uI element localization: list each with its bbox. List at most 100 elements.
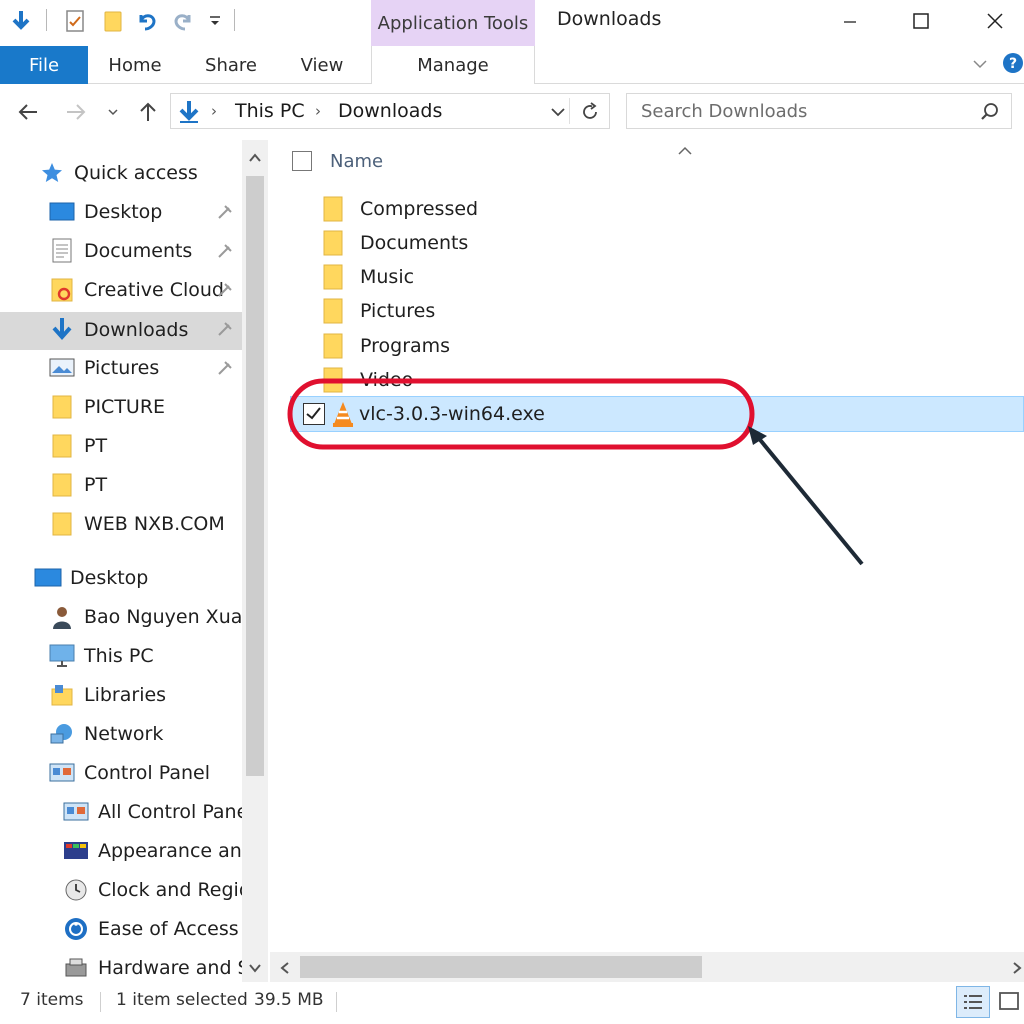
tab-view[interactable]: View <box>284 46 360 84</box>
svg-text:?: ? <box>1009 56 1017 72</box>
nav-tree-control-panel[interactable]: Control Panel <box>48 755 268 791</box>
nav-tree-libraries[interactable]: Libraries <box>48 677 268 713</box>
nav-item-pt-2[interactable]: PT <box>48 467 268 503</box>
status-size: 39.5 MB <box>254 990 324 1010</box>
scroll-down-icon[interactable] <box>247 958 263 980</box>
horizontal-scrollbar-thumb[interactable] <box>300 956 702 978</box>
minimize-button[interactable] <box>828 4 872 38</box>
nav-tree-hardware[interactable]: Hardware and Sc <box>62 950 268 982</box>
scroll-left-icon[interactable] <box>278 959 292 981</box>
minimize-icon <box>844 21 856 23</box>
properties-icon[interactable] <box>62 8 88 34</box>
address-dropdown-icon[interactable] <box>549 103 567 125</box>
close-icon <box>987 13 1003 29</box>
up-arrow-icon <box>140 102 156 121</box>
nav-item-pt[interactable]: PT <box>48 428 268 464</box>
nav-label: PT <box>84 435 108 457</box>
nav-item-picture[interactable]: PICTURE <box>48 389 268 425</box>
address-bar[interactable]: › This PC › Downloads <box>170 93 610 129</box>
nav-label: Downloads <box>84 319 189 341</box>
search-icon <box>979 101 1001 128</box>
nav-quick-access[interactable]: Quick access <box>38 155 268 191</box>
libraries-icon <box>48 681 76 709</box>
nav-label: PICTURE <box>84 396 166 418</box>
pin-icon[interactable] <box>216 281 234 299</box>
pin-icon[interactable] <box>216 359 234 377</box>
nav-item-downloads[interactable]: Downloads <box>48 312 268 348</box>
ease-of-access-icon <box>62 915 90 943</box>
status-bar: 7 items 1 item selected 39.5 MB <box>0 982 1024 1024</box>
nav-label: All Control Panel <box>98 801 254 823</box>
maximize-button[interactable] <box>899 4 943 38</box>
nav-label: Desktop <box>70 567 149 589</box>
details-view-button[interactable] <box>956 986 990 1018</box>
creative-cloud-icon <box>48 276 76 304</box>
tab-file[interactable]: File <box>0 46 88 84</box>
nav-item-pictures[interactable]: Pictures <box>48 350 268 386</box>
appearance-icon <box>62 837 90 865</box>
back-arrow-icon <box>18 104 37 120</box>
nav-label: Desktop <box>84 201 163 223</box>
downloads-icon <box>48 316 76 344</box>
nav-scrollbar-thumb[interactable] <box>246 176 264 776</box>
redo-icon[interactable] <box>170 8 196 34</box>
nav-tree-this-pc[interactable]: This PC <box>48 638 268 674</box>
tab-home[interactable]: Home <box>96 46 174 84</box>
pin-icon[interactable] <box>216 320 234 338</box>
nav-label: Network <box>84 723 164 745</box>
refresh-icon[interactable] <box>579 101 601 128</box>
pin-icon[interactable] <box>216 242 234 260</box>
nav-tree-user[interactable]: Bao Nguyen Xuan <box>48 599 268 635</box>
back-button[interactable] <box>14 98 42 126</box>
folder-icon <box>48 510 76 538</box>
nav-tree-clock[interactable]: Clock and Regio <box>62 872 268 908</box>
tab-share[interactable]: Share <box>192 46 270 84</box>
breadcrumb-downloads[interactable]: Downloads <box>338 100 442 122</box>
new-folder-icon[interactable] <box>100 8 126 34</box>
ribbon-expand-icon[interactable] <box>970 54 990 74</box>
recent-locations-button[interactable] <box>102 98 124 126</box>
star-icon <box>38 159 66 187</box>
scroll-up-icon[interactable] <box>247 148 263 170</box>
large-icons-view-button[interactable] <box>994 986 1024 1018</box>
control-panel-icon <box>62 798 90 826</box>
nav-label: WEB NXB.COM <box>84 513 225 535</box>
annotation-overlay <box>287 378 864 566</box>
breadcrumb-this-pc[interactable]: This PC <box>235 100 305 122</box>
highlight-circle <box>287 378 755 450</box>
pin-icon[interactable] <box>216 203 234 221</box>
search-placeholder: Search Downloads <box>641 101 808 122</box>
horizontal-scrollbar[interactable] <box>270 952 1024 982</box>
network-icon <box>48 720 76 748</box>
nav-label: Bao Nguyen Xuan <box>84 606 255 628</box>
customize-toolbar-icon[interactable] <box>202 8 228 34</box>
downloads-icon <box>175 98 203 126</box>
nav-label: Ease of Access <box>98 918 239 940</box>
search-input[interactable]: Search Downloads <box>626 93 1012 129</box>
desktop-icon <box>34 564 62 592</box>
nav-label: Libraries <box>84 684 167 706</box>
download-arrow-icon[interactable] <box>8 8 34 34</box>
nav-tree-all-control-panel[interactable]: All Control Panel <box>62 794 268 830</box>
nav-item-desktop[interactable]: Desktop <box>48 194 268 230</box>
nav-label: Quick access <box>74 162 198 184</box>
nav-item-web-nxb[interactable]: WEB NXB.COM <box>48 506 268 542</box>
tab-manage[interactable]: Manage <box>371 46 535 85</box>
close-button[interactable] <box>973 4 1017 38</box>
nav-scrollbar[interactable] <box>242 140 268 982</box>
nav-item-documents[interactable]: Documents <box>48 233 268 269</box>
nav-tree-desktop[interactable]: Desktop <box>34 560 268 596</box>
nav-tree-ease-of-access[interactable]: Ease of Access <box>62 911 268 947</box>
up-button[interactable] <box>134 98 162 126</box>
nav-item-creative-cloud[interactable]: Creative Cloud <box>48 272 268 308</box>
help-icon[interactable]: ? <box>1002 52 1024 74</box>
forward-button[interactable] <box>62 98 90 126</box>
nav-tree-appearance[interactable]: Appearance and <box>62 833 268 869</box>
nav-tree-network[interactable]: Network <box>48 716 268 752</box>
user-icon <box>48 603 76 631</box>
undo-icon[interactable] <box>134 8 160 34</box>
scroll-right-icon[interactable] <box>1010 959 1024 981</box>
folder-icon <box>48 432 76 460</box>
nav-label: Documents <box>84 240 193 262</box>
nav-label: Hardware and Sc <box>98 957 261 979</box>
